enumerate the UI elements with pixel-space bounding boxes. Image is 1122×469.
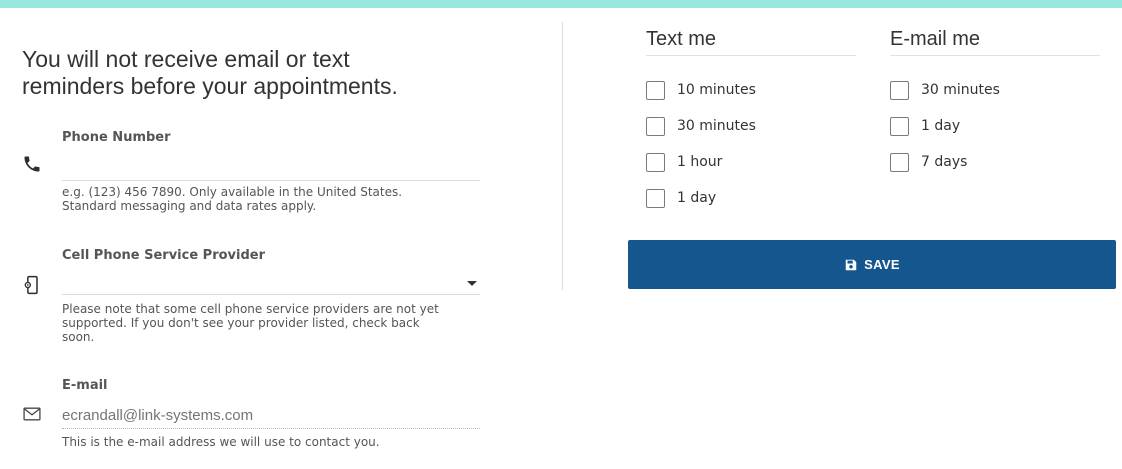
save-button-label: SAVE xyxy=(864,257,900,272)
mobile-settings-icon xyxy=(22,275,42,295)
text-me-10-minutes-checkbox[interactable] xyxy=(646,80,665,100)
email-me-rule xyxy=(890,55,1100,56)
phone-number-input[interactable] xyxy=(62,156,480,178)
email-me-option-1-day[interactable]: 1 day xyxy=(890,116,960,136)
email-me-7-days-checkbox[interactable] xyxy=(890,152,909,172)
text-me-option-1-day[interactable]: 1 day xyxy=(646,188,716,208)
text-me-30-minutes-checkbox[interactable] xyxy=(646,116,665,136)
email-me-7-days-label: 7 days xyxy=(921,154,968,170)
email-me-30-minutes-label: 30 minutes xyxy=(921,82,1000,98)
text-me-1-day-label: 1 day xyxy=(677,190,717,206)
section-divider xyxy=(562,22,563,290)
reminder-notice: You will not receive email or text remin… xyxy=(22,46,542,100)
service-provider-select[interactable] xyxy=(62,270,480,292)
email-input[interactable] xyxy=(62,404,480,426)
text-me-option-10-minutes[interactable]: 10 minutes xyxy=(646,80,756,100)
text-me-option-30-minutes[interactable]: 30 minutes xyxy=(646,116,756,136)
email-me-1-day-checkbox[interactable] xyxy=(890,116,909,136)
phone-number-label: Phone Number xyxy=(62,130,171,145)
text-me-rule xyxy=(646,55,856,56)
email-me-30-minutes-checkbox[interactable] xyxy=(890,80,909,100)
contact-info-section: You will not receive email or text remin… xyxy=(22,8,542,469)
text-me-1-hour-label: 1 hour xyxy=(677,154,723,170)
service-provider-hint-line-1: Please note that some cell phone service… xyxy=(62,302,439,316)
reminder-settings-panel: You will not receive email or text remin… xyxy=(0,8,1122,469)
save-button[interactable]: SAVE xyxy=(628,240,1116,289)
phone-icon xyxy=(22,154,42,174)
envelope-icon xyxy=(22,404,42,424)
text-me-option-1-hour[interactable]: 1 hour xyxy=(646,152,722,172)
service-provider-hint-line-3: soon. xyxy=(62,330,95,344)
email-underline xyxy=(62,428,480,429)
email-me-option-30-minutes[interactable]: 30 minutes xyxy=(890,80,1000,100)
phone-number-underline xyxy=(62,180,480,181)
email-me-heading: E-mail me xyxy=(890,28,981,50)
service-provider-hint: Please note that some cell phone service… xyxy=(62,302,480,344)
service-provider-label: Cell Phone Service Provider xyxy=(62,248,266,263)
chevron-down-icon[interactable] xyxy=(467,281,477,286)
service-provider-hint-line-2: supported. If you don't see your provide… xyxy=(62,316,420,330)
reminder-notice-line-1: You will not receive email or text xyxy=(22,46,350,72)
phone-number-hint-line-2: Standard messaging and data rates apply. xyxy=(62,199,317,213)
text-me-10-minutes-label: 10 minutes xyxy=(677,82,756,98)
reminder-notice-line-2: reminders before your appointments. xyxy=(22,73,398,99)
email-label: E-mail xyxy=(62,378,108,393)
text-me-heading: Text me xyxy=(646,28,717,50)
email-me-1-day-label: 1 day xyxy=(921,118,961,134)
email-hint: This is the e-mail address we will use t… xyxy=(62,435,380,449)
floppy-disk-icon xyxy=(845,259,857,270)
text-me-1-day-checkbox[interactable] xyxy=(646,188,665,208)
service-provider-underline xyxy=(62,294,480,295)
text-me-30-minutes-label: 30 minutes xyxy=(677,118,756,134)
text-me-1-hour-checkbox[interactable] xyxy=(646,152,665,172)
phone-number-hint: e.g. (123) 456 7890. Only available in t… xyxy=(62,185,480,213)
email-me-option-7-days[interactable]: 7 days xyxy=(890,152,967,172)
phone-number-hint-line-1: e.g. (123) 456 7890. Only available in t… xyxy=(62,185,403,199)
